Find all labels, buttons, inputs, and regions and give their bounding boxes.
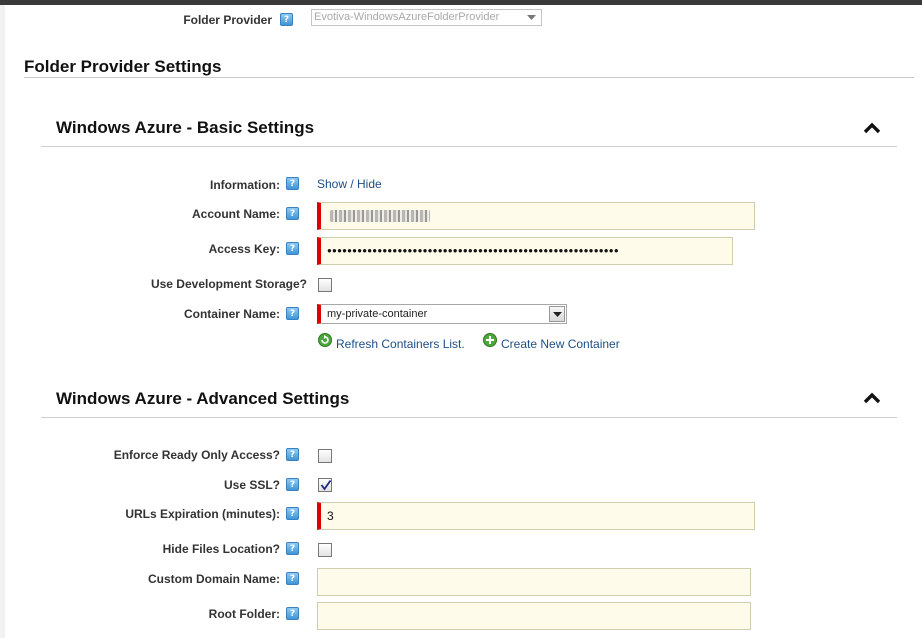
basic-settings-title: Windows Azure - Basic Settings — [56, 118, 315, 137]
help-icon[interactable]: ? — [286, 177, 299, 190]
enforce-read-only-label: Enforce Ready Only Access? — [113, 448, 280, 462]
root-folder-input[interactable] — [317, 602, 751, 630]
access-key-label: Access Key: — [208, 242, 280, 256]
container-name-value: my-private-container — [327, 308, 428, 320]
advanced-settings-divider — [41, 417, 897, 418]
urls-expiration-label: URLs Expiration (minutes): — [125, 507, 280, 521]
basic-settings-divider — [41, 146, 897, 147]
root-folder-label: Root Folder: — [208, 607, 280, 621]
settings-title: Folder Provider Settings — [24, 57, 222, 76]
chevron-up-icon[interactable] — [863, 391, 881, 405]
help-icon[interactable]: ? — [280, 13, 293, 26]
folder-provider-label: Folder Provider — [183, 13, 272, 27]
help-icon[interactable]: ? — [286, 478, 299, 491]
advanced-settings-title: Windows Azure - Advanced Settings — [56, 389, 350, 408]
use-dev-storage-label: Use Development Storage? — [150, 277, 307, 291]
checkmark-icon — [320, 479, 332, 491]
add-icon[interactable] — [483, 333, 497, 347]
use-dev-storage-checkbox[interactable] — [318, 278, 332, 292]
urls-expiration-input[interactable]: 3 — [317, 502, 755, 530]
create-container-link[interactable]: Create New Container — [501, 337, 620, 351]
use-ssl-checkbox[interactable] — [318, 478, 332, 492]
show-hide-link[interactable]: Show / Hide — [317, 177, 382, 191]
top-bar — [0, 0, 922, 5]
help-icon[interactable]: ? — [286, 207, 299, 220]
chevron-down-icon — [524, 10, 540, 26]
account-name-label: Account Name: — [191, 207, 280, 221]
container-name-label: Container Name: — [183, 307, 280, 321]
help-icon[interactable]: ? — [286, 542, 299, 555]
refresh-icon[interactable] — [318, 333, 332, 347]
hide-files-location-label: Hide Files Location? — [162, 542, 280, 556]
refresh-containers-link[interactable]: Refresh Containers List. — [336, 337, 465, 351]
help-icon[interactable]: ? — [286, 572, 299, 585]
enforce-read-only-checkbox[interactable] — [318, 449, 332, 463]
folder-provider-select[interactable]: Evotiva-WindowsAzureFolderProvider — [311, 9, 542, 26]
chevron-up-icon[interactable] — [863, 121, 881, 135]
help-icon[interactable]: ? — [286, 242, 299, 255]
redacted-account-name — [330, 210, 430, 222]
chevron-down-icon — [549, 306, 565, 322]
custom-domain-label: Custom Domain Name: — [147, 572, 280, 586]
information-label: Information: — [210, 178, 280, 192]
help-icon[interactable]: ? — [286, 607, 299, 620]
help-icon[interactable]: ? — [286, 307, 299, 320]
help-icon[interactable]: ? — [286, 507, 299, 520]
access-key-input[interactable]: ●●●●●●●●●●●●●●●●●●●●●●●●●●●●●●●●●●●●●●●●… — [317, 237, 733, 265]
settings-divider — [24, 77, 914, 78]
hide-files-location-checkbox[interactable] — [318, 543, 332, 557]
use-ssl-label: Use SSL? — [223, 478, 280, 492]
help-icon[interactable]: ? — [286, 448, 299, 461]
custom-domain-input[interactable] — [317, 568, 751, 596]
folder-provider-value: Evotiva-WindowsAzureFolderProvider — [314, 11, 500, 23]
left-edge — [0, 5, 5, 638]
container-name-select[interactable]: my-private-container — [317, 304, 567, 324]
